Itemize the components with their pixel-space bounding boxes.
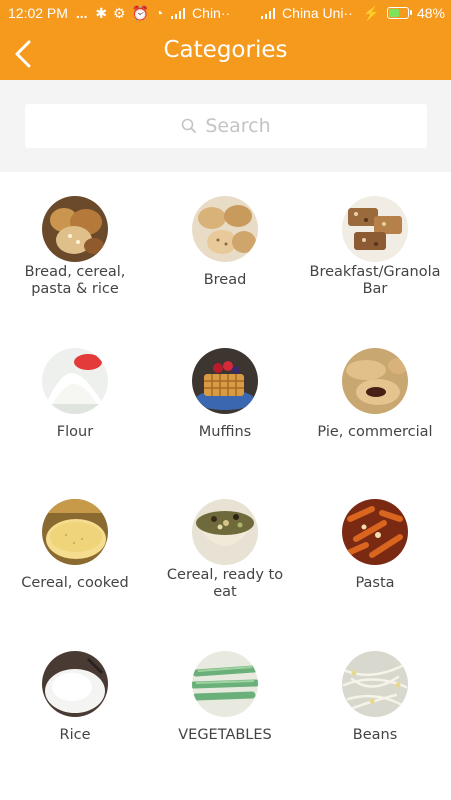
category-label: Pie, commercial xyxy=(317,424,433,440)
category-pasta[interactable]: Pasta xyxy=(300,475,450,605)
category-label: Pasta xyxy=(355,575,395,591)
flour-image xyxy=(42,348,108,414)
signal-icon xyxy=(171,8,186,19)
status-battery: 48% xyxy=(416,5,445,21)
waffles-image xyxy=(192,348,258,414)
battery-icon xyxy=(387,7,413,19)
alarm-icon: ⏰ xyxy=(131,5,149,21)
charging-icon: ⚡ xyxy=(362,5,381,21)
settings-icon: ⚙ xyxy=(113,5,126,21)
category-label: Cereal, ready to eat xyxy=(166,567,284,600)
category-label: Beans xyxy=(352,727,398,743)
category-flour[interactable]: Flour xyxy=(0,324,150,454)
category-bread[interactable]: Bread xyxy=(150,172,300,302)
pastry-image xyxy=(342,348,408,414)
wifi-icon: ◔ xyxy=(154,5,164,21)
status-bar: 12:02 PM ... ✱ ⚙ ⏰ ◔ Chin·· China Uni·· … xyxy=(0,0,451,28)
search-input[interactable]: Search xyxy=(25,104,427,148)
bread-rolls-image xyxy=(192,196,258,262)
category-label: Bread, cereal, pasta & rice xyxy=(24,264,126,297)
granola-bar-image xyxy=(342,196,408,262)
bread-basket-image xyxy=(42,196,108,262)
category-label: Breakfast/Granola Bar xyxy=(309,264,441,297)
asparagus-image xyxy=(192,651,258,717)
category-rice[interactable]: Rice xyxy=(0,627,150,757)
category-pie-commercial[interactable]: Pie, commercial xyxy=(300,324,450,454)
rice-image xyxy=(42,651,108,717)
category-label: Bread xyxy=(203,272,247,288)
signal-icon xyxy=(261,8,276,19)
category-beans[interactable]: Beans xyxy=(300,627,450,757)
bean-sprouts-image xyxy=(342,651,408,717)
category-bread-cereal-pasta-rice[interactable]: Bread, cereal, pasta & rice xyxy=(0,172,150,302)
category-cereal-ready-to-eat[interactable]: Cereal, ready to eat xyxy=(150,475,300,605)
search-icon xyxy=(182,118,197,133)
category-label: Flour xyxy=(56,424,94,440)
status-right: China Uni·· ⚡ 48% xyxy=(257,5,445,22)
cooked-cereal-image xyxy=(42,499,108,565)
status-carrier2: China Uni·· xyxy=(282,5,353,21)
search-placeholder: Search xyxy=(205,115,271,137)
category-vegetables[interactable]: VEGETABLES xyxy=(150,627,300,757)
app-header: Categories xyxy=(0,28,451,80)
status-left: 12:02 PM ... ✱ ⚙ ⏰ ◔ Chin·· xyxy=(8,5,230,22)
status-dots: ... xyxy=(75,5,88,21)
status-carrier1: Chin·· xyxy=(192,5,231,21)
page-title: Categories xyxy=(163,37,288,63)
category-breakfast-granola-bar[interactable]: Breakfast/Granola Bar xyxy=(300,172,450,302)
category-label: VEGETABLES xyxy=(178,727,272,743)
pasta-image xyxy=(342,499,408,565)
category-muffins[interactable]: Muffins xyxy=(150,324,300,454)
cereal-bowl-image xyxy=(192,499,258,565)
search-area: Search xyxy=(0,80,451,172)
category-label: Muffins xyxy=(198,424,252,440)
category-cereal-cooked[interactable]: Cereal, cooked xyxy=(0,475,150,605)
status-time: 12:02 PM xyxy=(8,5,68,21)
category-label: Rice xyxy=(59,727,91,743)
bluetooth-icon: ✱ xyxy=(95,5,108,21)
category-label: Cereal, cooked xyxy=(21,575,129,591)
